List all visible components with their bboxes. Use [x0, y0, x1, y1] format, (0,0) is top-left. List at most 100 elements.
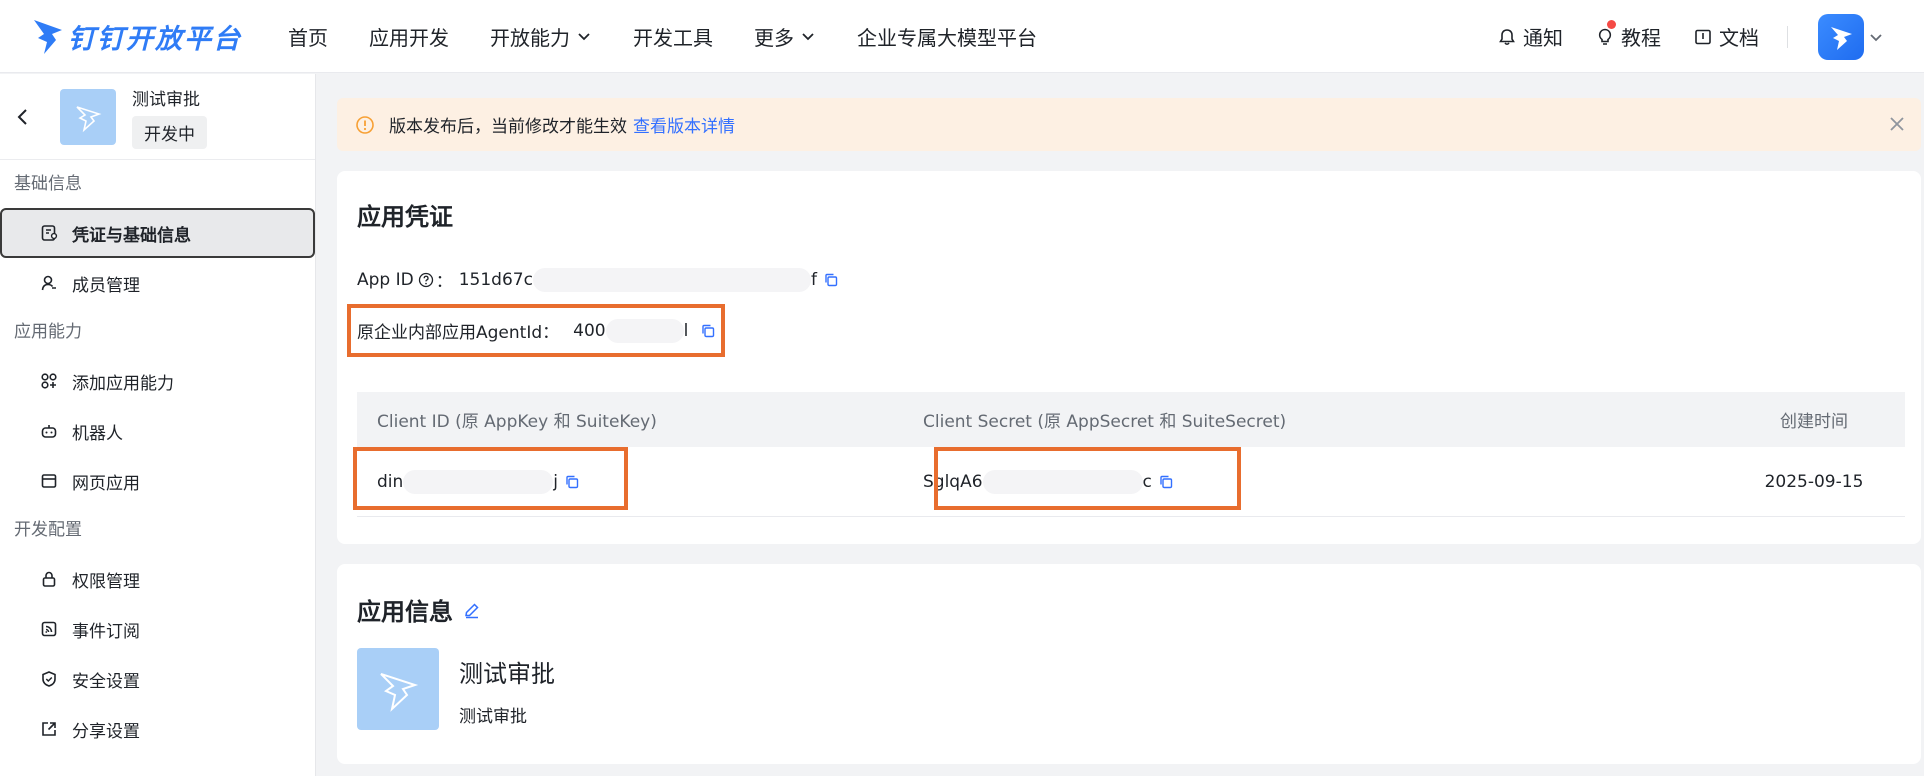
table-header: Client ID (原 AppKey 和 SuiteKey) Client S… [357, 392, 1905, 447]
app-id-separator: ： [435, 272, 453, 292]
group-label-capability: 应用能力 [14, 322, 82, 342]
nav-open-capability[interactable]: 开放能力 [490, 22, 592, 51]
chevron-down-icon [578, 33, 590, 41]
docs-button[interactable]: 文档 [1693, 22, 1759, 51]
nav-home-label: 首页 [288, 25, 328, 50]
redacted-mask [605, 318, 684, 343]
app-info-card: 应用信息 测试审批 测试审批 [337, 564, 1921, 764]
sidebar-item-label: 成员管理 [72, 275, 140, 296]
sidebar-item-label: 机器人 [72, 423, 123, 444]
book-icon [1695, 29, 1711, 44]
user-icon [41, 275, 56, 291]
version-notice: 版本发布后，当前修改才能生效 查看版本详情 [337, 98, 1921, 151]
redacted-mask [532, 267, 811, 292]
nav-dev-tools[interactable]: 开发工具 [633, 22, 713, 51]
agent-id-row: 原企业内部应用AgentId： 400 l [357, 318, 716, 343]
apps-add-icon [41, 373, 57, 389]
sidebar-item-share[interactable]: 分享设置 [0, 704, 315, 754]
nav-open-capability-label: 开放能力 [490, 25, 570, 50]
app-id-value-suffix: f [810, 269, 817, 290]
brand-logo[interactable]: 钉钉开放平台 [30, 16, 256, 56]
app-id-row: App ID ： 151d67c f [357, 267, 839, 292]
credentials-title: 应用凭证 [357, 203, 453, 231]
copy-icon[interactable] [823, 272, 839, 288]
rss-icon [41, 621, 57, 637]
main-content: 版本发布后，当前修改才能生效 查看版本详情 应用凭证 App ID ： 151d… [337, 98, 1921, 764]
app-name: 测试审批 [132, 89, 200, 110]
share-icon [42, 722, 56, 736]
agent-id-label: 原企业内部应用AgentId： [357, 323, 560, 343]
docs-label: 文档 [1719, 26, 1759, 50]
group-label-dev-config: 开发配置 [14, 520, 82, 540]
client-id-highlight-box [353, 447, 628, 510]
client-secret-highlight-box [934, 447, 1241, 510]
status-badge: 开发中 [132, 115, 207, 149]
notification-button[interactable]: 通知 [1497, 22, 1563, 51]
lock-icon [42, 571, 56, 587]
col-created: 创建时间 [1780, 412, 1848, 432]
nav-more-label: 更多 [754, 25, 794, 50]
sidebar-item-events[interactable]: 事件订阅 [0, 604, 315, 654]
nav-divider [1787, 25, 1788, 48]
nav-enterprise-llm[interactable]: 企业专属大模型平台 [857, 22, 1037, 51]
app-info-title: 应用信息 [357, 598, 453, 626]
nav-right: 通知 教程 文档 [1497, 0, 1924, 73]
close-icon[interactable] [1887, 114, 1907, 134]
robot-icon [41, 425, 57, 438]
tutorial-button[interactable]: 教程 [1595, 20, 1661, 51]
sidebar-item-add-capability[interactable]: 添加应用能力 [0, 356, 315, 406]
sidebar-item-webpage[interactable]: 网页应用 [0, 456, 315, 506]
app-info-desc: 测试审批 [459, 707, 527, 727]
sidebar-item-label: 添加应用能力 [72, 373, 174, 394]
nav-enterprise-llm-label: 企业专属大模型平台 [857, 25, 1037, 50]
sidebar-item-label: 安全设置 [72, 671, 140, 692]
app-header: 测试审批 开发中 [0, 74, 315, 160]
credentials-card: 应用凭证 App ID ： 151d67c f 原企业内部应用AgentId： … [337, 171, 1921, 544]
sidebar: 测试审批 开发中 基础信息 凭证与基础信息 成员管理 应用能力 添加应用能力 机… [0, 74, 316, 776]
sidebar-item-credentials[interactable]: 凭证与基础信息 [0, 208, 315, 258]
tutorial-label: 教程 [1621, 26, 1661, 50]
sidebar-item-label: 凭证与基础信息 [72, 225, 191, 246]
sidebar-item-members[interactable]: 成员管理 [0, 258, 315, 308]
sidebar-item-label: 分享设置 [72, 721, 140, 742]
col-client-id: Client ID (原 AppKey 和 SuiteKey) [377, 412, 657, 432]
copy-icon[interactable] [700, 323, 716, 339]
sidebar-item-security[interactable]: 安全设置 [0, 654, 315, 704]
unread-dot [1607, 20, 1616, 29]
nav-home[interactable]: 首页 [288, 22, 328, 51]
sidebar-item-robot[interactable]: 机器人 [0, 406, 315, 456]
dingtalk-wing-icon [380, 673, 419, 712]
dingtalk-wing-icon [76, 105, 102, 132]
nav-app-dev[interactable]: 应用开发 [369, 22, 449, 51]
app-id-value-prefix: 151d67c [458, 269, 533, 290]
brand-name: 钉钉开放平台 [68, 23, 242, 55]
edit-pencil-icon[interactable] [463, 601, 481, 619]
nav-app-dev-label: 应用开发 [369, 25, 449, 50]
credential-icon [41, 225, 58, 241]
app-thumbnail [60, 88, 116, 145]
dingtalk-logo-icon [34, 20, 62, 54]
sidebar-item-label: 事件订阅 [72, 621, 140, 642]
shield-icon [42, 671, 56, 687]
agent-id-value-suffix: l [683, 320, 689, 341]
created-date: 2025-09-15 [1764, 471, 1864, 492]
nav-dev-tools-label: 开发工具 [633, 25, 713, 50]
back-arrow-icon[interactable] [12, 106, 34, 128]
nav-more[interactable]: 更多 [754, 22, 816, 51]
version-details-link[interactable]: 查看版本详情 [633, 112, 735, 137]
app-logo [357, 648, 439, 730]
help-circle-icon[interactable] [418, 272, 434, 288]
sidebar-item-label: 网页应用 [72, 473, 140, 494]
group-label-basic: 基础信息 [14, 174, 82, 194]
dingtalk-avatar-icon [1831, 26, 1852, 50]
chevron-down-icon [802, 33, 814, 41]
notification-label: 通知 [1523, 26, 1563, 50]
sidebar-item-permissions[interactable]: 权限管理 [0, 554, 315, 604]
user-menu[interactable] [1818, 13, 1884, 60]
info-circle-icon [356, 115, 374, 134]
main-nav: 首页 应用开发 开放能力 开发工具 更多 企业专属大模型平台 [288, 22, 1078, 51]
app-info-title-row: 应用信息 [357, 592, 481, 627]
lightbulb-icon [1598, 28, 1612, 45]
agent-id-value-prefix: 400 [573, 320, 606, 341]
app-info-name: 测试审批 [459, 660, 555, 688]
